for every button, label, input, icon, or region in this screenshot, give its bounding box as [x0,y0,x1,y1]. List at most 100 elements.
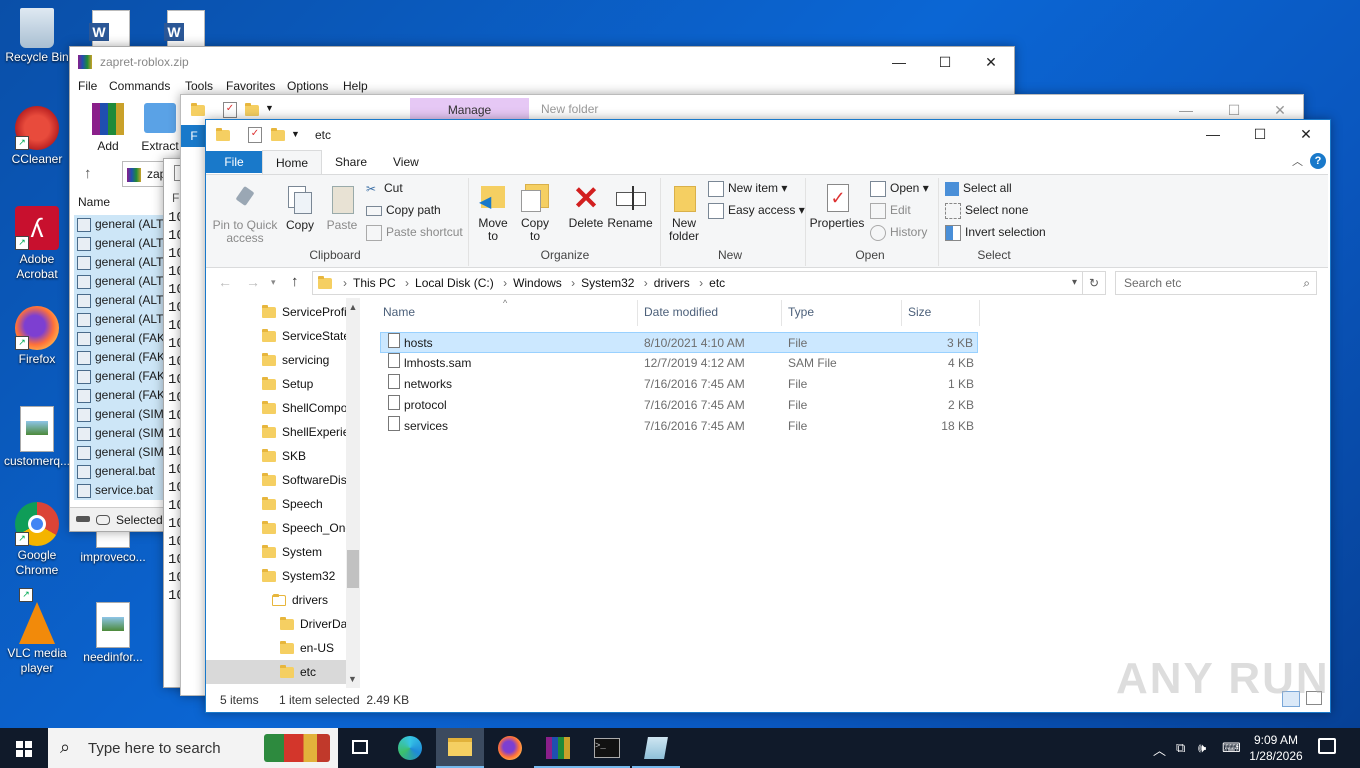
tree-item[interactable]: ShellExperie [262,420,346,444]
desktop-icon-needinfor[interactable]: needinfor... [78,602,148,665]
breadcrumb-etc[interactable]: etc [709,276,725,290]
up-arrow-icon[interactable]: ↑ [84,165,92,182]
maximize-button[interactable]: ☐ [1237,119,1283,149]
tab-view[interactable]: View [393,155,419,169]
list-item[interactable]: general (ALT6 [74,215,170,234]
volume-icon[interactable]: 🕪 [1198,740,1206,756]
menu-commands[interactable]: Commands [109,79,170,93]
column-header-name[interactable]: Name [78,195,110,209]
nav-scrollbar[interactable]: ▲ ▼ [346,298,360,688]
list-item[interactable]: general (SIMP [74,424,172,443]
tree-item[interactable]: DriverDat [280,612,346,636]
tree-item[interactable]: servicing [262,348,346,372]
tree-item-etc[interactable]: etc [280,660,346,684]
open-button[interactable]: Open ▾ [870,181,929,197]
move-to-button[interactable]: ◀ Move to [474,182,512,243]
pin-to-quick-access-button[interactable]: Pin to Quick access [210,184,280,245]
notepad-taskbar-button[interactable] [632,728,680,768]
desktop-icon-google-chrome[interactable]: ↗ Google Chrome [2,502,72,578]
manage-contextual-tab[interactable]: Manage [410,98,529,120]
list-item[interactable]: general (FAKE [74,367,173,386]
clock[interactable]: 9:09 AM 1/28/2026 [1244,732,1308,764]
select-none-button[interactable]: Select none [945,203,1028,219]
properties-button[interactable]: ✓ Properties [808,182,866,230]
menu-favorites[interactable]: Favorites [226,79,275,93]
column-header-size[interactable]: Size [908,305,931,319]
tree-item[interactable]: ShellCompo [262,396,346,420]
breadcrumb-system32[interactable]: System32 [581,276,634,290]
breadcrumb-windows[interactable]: Windows [513,276,562,290]
back-file-tab[interactable]: F [181,125,207,147]
paste-button[interactable]: Paste [324,184,360,232]
list-item[interactable]: general (FAKE [74,348,173,367]
desktop-icon-ccleaner[interactable]: ↗ CCleaner [2,106,72,167]
start-button[interactable] [0,728,48,768]
file-row[interactable]: protocol 7/16/2016 7:45 AM File 2 KB [380,395,978,416]
rename-button[interactable]: Rename [606,182,654,230]
paste-shortcut-button[interactable]: Paste shortcut [366,225,463,241]
column-header-name[interactable]: Name [383,305,415,319]
maximize-button[interactable]: ☐ [922,47,968,77]
easy-access-button[interactable]: Easy access ▾ [708,203,805,219]
list-item[interactable]: general (ALT7 [74,234,170,253]
file-row[interactable]: networks 7/16/2016 7:45 AM File 1 KB [380,374,978,395]
tree-item[interactable]: SKB [262,444,346,468]
file-row-selected[interactable]: hosts 8/10/2021 4:10 AM File 3 KB [380,332,978,353]
winrar-taskbar-button[interactable] [534,728,582,768]
close-button[interactable]: ✕ [1283,119,1329,149]
tree-item[interactable]: ServiceState [262,324,346,348]
word-doc-icon[interactable]: W [164,10,205,48]
tab-home[interactable]: Home [262,150,322,175]
copy-path-button[interactable]: Copy path [366,203,441,217]
tree-item[interactable]: System32 [262,564,346,588]
history-button[interactable]: History [870,225,927,241]
qat-properties-icon[interactable]: ✓ [248,127,262,143]
winrar-titlebar[interactable]: zapret-roblox.zip — ☐ ✕ [70,47,1014,77]
list-item[interactable]: general (SIMP [74,443,172,462]
desktop-icon-adobe-acrobat[interactable]: ʎ ↗ Adobe Acrobat [2,206,72,282]
minimize-button[interactable]: — [876,47,922,77]
extract-button[interactable]: Extract [138,103,182,153]
desktop-icon-customerq[interactable]: customerq... [2,406,72,469]
list-item[interactable]: general (FAKE [74,329,173,348]
taskbar-search-box[interactable]: ⌕ Type here to search [48,728,338,768]
breadcrumb-drivers[interactable]: drivers [654,276,690,290]
delete-button[interactable]: ✕ Delete [566,182,606,230]
list-item[interactable]: service.bat [74,481,166,500]
file-row[interactable]: lmhosts.sam 12/7/2019 4:12 AM SAM File 4… [380,353,978,374]
tree-item[interactable]: Setup [262,372,346,396]
qat-newfolder-icon[interactable] [271,128,285,142]
tree-item[interactable]: ServiceProfi [262,300,346,324]
explorer-taskbar-button[interactable] [436,728,484,768]
add-button[interactable]: Add [90,103,126,153]
word-doc-icon[interactable]: W [89,10,130,48]
close-button[interactable]: ✕ [968,47,1014,77]
show-hidden-icons-chevron-icon[interactable]: ︿ [1153,740,1166,759]
menu-help[interactable]: Help [343,79,368,93]
menu-options[interactable]: Options [287,79,328,93]
notifications-button[interactable] [1318,738,1336,754]
network-icon[interactable]: ⧉ [1176,740,1185,756]
help-icon[interactable]: ? [1310,153,1326,169]
copy-to-button[interactable]: Copy to [516,182,554,243]
desktop-icon-recycle-bin[interactable]: Recycle Bin [2,8,72,65]
up-button[interactable]: ↑ [291,273,299,290]
list-item[interactable]: general (ALT8 [74,253,170,272]
minimize-button[interactable]: — [1190,119,1236,149]
qat-properties-icon[interactable]: ✓ [223,102,237,118]
select-all-button[interactable]: Select all [945,181,1012,196]
qat-newfolder-icon[interactable] [245,103,259,117]
new-folder-button[interactable]: New folder [664,182,704,243]
address-dropdown-icon[interactable]: ▾ [1072,272,1077,294]
file-row[interactable]: services 7/16/2016 7:45 AM File 18 KB [380,416,978,437]
tree-item[interactable]: Speech_One [262,516,346,540]
qat-dropdown-icon[interactable]: ▼ [291,129,300,139]
address-bar[interactable]: › This PC › Local Disk (C:) › Windows › Syst… [312,271,1084,295]
cmd-taskbar-button[interactable]: >_ [582,728,630,768]
menu-file[interactable]: File [78,79,97,93]
search-input[interactable]: Search etc ⌕ [1115,271,1317,295]
back-button[interactable]: ← [218,274,232,290]
scroll-down-icon[interactable]: ▼ [348,674,357,684]
list-item[interactable]: general (ALT1 [74,310,170,329]
firefox-taskbar-button[interactable] [486,728,534,768]
